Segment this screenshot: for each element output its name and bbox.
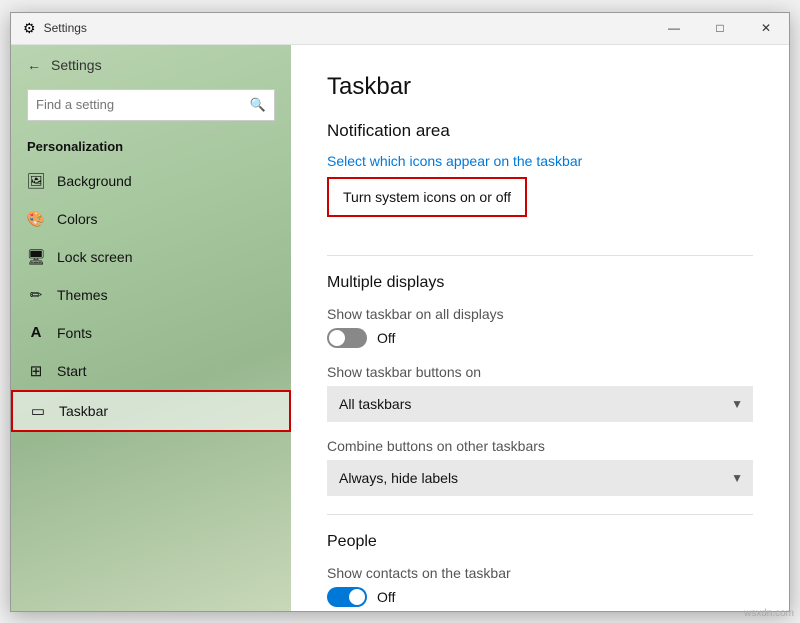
show-contacts-toggle-text: Off [377, 589, 395, 605]
sidebar-item-start[interactable]: ⊞ Start [11, 352, 291, 390]
sidebar-item-label-start: Start [57, 363, 87, 379]
combine-buttons-label: Combine buttons on other taskbars [327, 438, 753, 454]
back-label: Settings [51, 57, 102, 73]
show-taskbar-toggle[interactable] [327, 328, 367, 348]
sidebar-item-themes[interactable]: ✏ Themes [11, 276, 291, 314]
show-buttons-label: Show taskbar buttons on [327, 364, 753, 380]
select-icons-link[interactable]: Select which icons appear on the taskbar [327, 153, 582, 169]
show-buttons-setting: Show taskbar buttons on All taskbars ▼ [327, 364, 753, 422]
multiple-displays-heading: Multiple displays [327, 274, 753, 292]
search-box[interactable]: 🔍 [27, 89, 275, 121]
show-buttons-dropdown[interactable]: All taskbars [327, 386, 753, 422]
divider-1 [327, 255, 753, 256]
themes-icon: ✏ [27, 286, 45, 304]
turn-system-icons-link[interactable]: Turn system icons on or off [327, 177, 527, 217]
sidebar-item-label-taskbar: Taskbar [59, 403, 108, 419]
sidebar-item-label-themes: Themes [57, 287, 108, 303]
content-area: ← Settings 🔍 Personalization 🖼 Backgroun… [11, 45, 789, 611]
toggle-knob-contacts [349, 589, 365, 605]
show-taskbar-label: Show taskbar on all displays [327, 306, 753, 322]
divider-2 [327, 514, 753, 515]
combine-buttons-dropdown-row: Always, hide labels ▼ [327, 460, 753, 496]
combine-buttons-setting: Combine buttons on other taskbars Always… [327, 438, 753, 496]
sidebar-item-label-background: Background [57, 173, 132, 189]
sidebar-item-fonts[interactable]: A Fonts [11, 314, 291, 352]
sidebar: ← Settings 🔍 Personalization 🖼 Backgroun… [11, 45, 291, 611]
show-buttons-dropdown-row: All taskbars ▼ [327, 386, 753, 422]
page-title: Taskbar [327, 73, 753, 101]
taskbar-icon: ▭ [29, 402, 47, 420]
colors-icon: 🎨 [27, 210, 45, 228]
back-nav[interactable]: ← Settings [11, 45, 291, 85]
show-taskbar-setting: Show taskbar on all displays Off [327, 306, 753, 348]
show-contacts-toggle[interactable] [327, 587, 367, 607]
show-contacts-setting: Show contacts on the taskbar Off [327, 565, 753, 607]
sidebar-item-taskbar[interactable]: ▭ Taskbar [11, 390, 291, 432]
show-contacts-label: Show contacts on the taskbar [327, 565, 753, 581]
show-contacts-toggle-row: Off [327, 587, 753, 607]
show-taskbar-toggle-row: Off [327, 328, 753, 348]
sidebar-item-label-lock-screen: Lock screen [57, 249, 132, 265]
sidebar-item-label-fonts: Fonts [57, 325, 92, 341]
people-heading: People [327, 533, 753, 551]
background-icon: 🖼 [27, 172, 45, 190]
main-panel: Taskbar Notification area Select which i… [291, 45, 789, 611]
search-icon[interactable]: 🔍 [250, 97, 266, 113]
search-input[interactable] [36, 97, 250, 112]
watermark: wsxdn.com [744, 608, 794, 619]
titlebar: ⚙ Settings — □ ✕ [11, 13, 789, 45]
show-taskbar-toggle-text: Off [377, 330, 395, 346]
sidebar-item-colors[interactable]: 🎨 Colors [11, 200, 291, 238]
notification-area-heading: Notification area [327, 121, 753, 141]
sidebar-section-title: Personalization [11, 133, 291, 162]
sidebar-item-label-colors: Colors [57, 211, 97, 227]
settings-window: ⚙ Settings — □ ✕ ← Settings 🔍 Personaliz… [10, 12, 790, 612]
start-icon: ⊞ [27, 362, 45, 380]
back-icon: ← [27, 57, 41, 73]
titlebar-title: Settings [44, 21, 87, 35]
close-button[interactable]: ✕ [743, 12, 789, 44]
settings-icon: ⚙ [23, 20, 36, 37]
minimize-button[interactable]: — [651, 12, 697, 44]
sidebar-item-lock-screen[interactable]: 🖥 Lock screen [11, 238, 291, 276]
fonts-icon: A [27, 324, 45, 342]
combine-buttons-dropdown[interactable]: Always, hide labels [327, 460, 753, 496]
titlebar-controls: — □ ✕ [651, 12, 789, 44]
people-section: People Show contacts on the taskbar Off [327, 533, 753, 607]
lock-screen-icon: 🖥 [27, 248, 45, 266]
sidebar-item-background[interactable]: 🖼 Background [11, 162, 291, 200]
maximize-button[interactable]: □ [697, 12, 743, 44]
toggle-knob-taskbar [329, 330, 345, 346]
titlebar-left: ⚙ Settings [23, 20, 87, 37]
